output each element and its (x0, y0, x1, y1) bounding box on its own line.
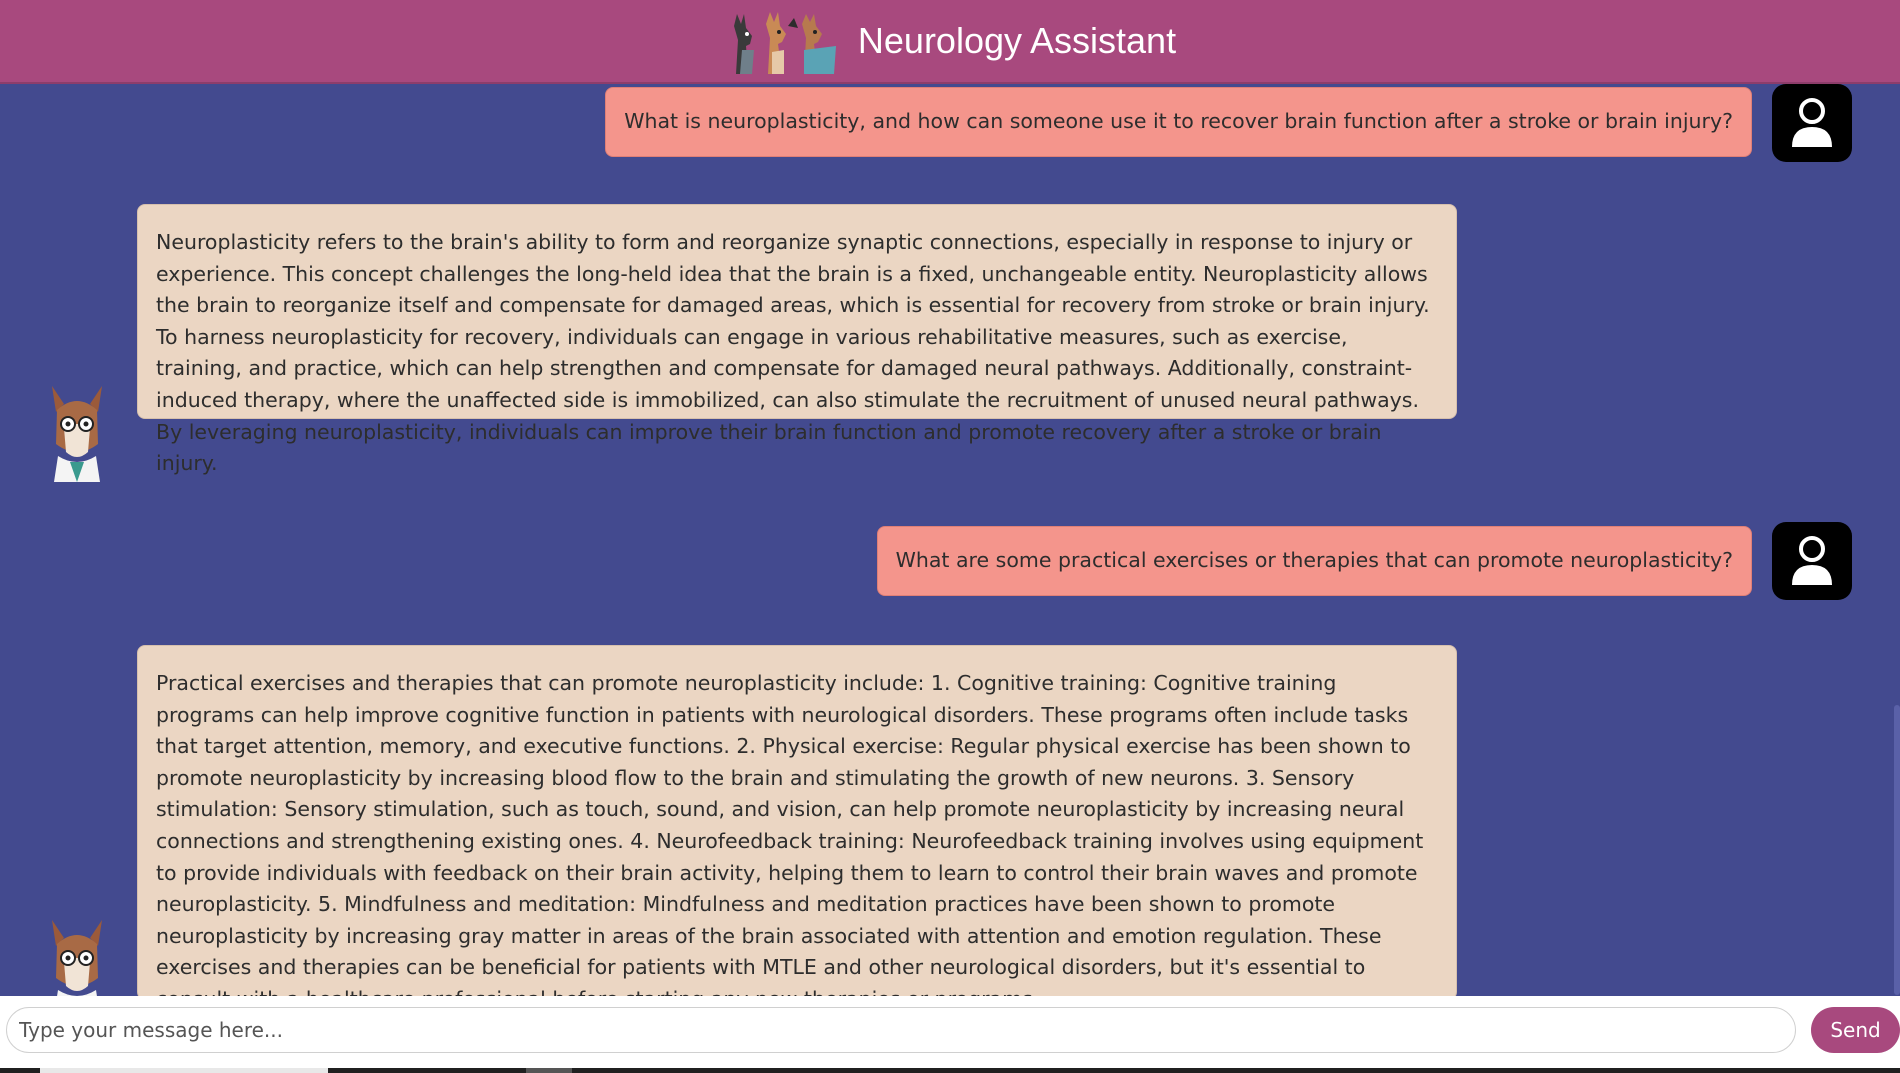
taskbar-segment (40, 1068, 328, 1073)
user-silhouette-icon (1792, 98, 1832, 147)
message-input[interactable] (6, 1007, 1796, 1053)
user-message-text: What is neuroplasticity, and how can som… (624, 109, 1733, 134)
llama-doctor-avatar-icon (52, 386, 102, 482)
user-avatar (1772, 522, 1852, 600)
llama-doctor-avatar-icon (52, 920, 102, 996)
user-avatar (1772, 84, 1852, 162)
assistant-message-text: Neuroplasticity refers to the brain's ab… (156, 230, 1430, 476)
assistant-message-text: Practical exercises and therapies that c… (156, 671, 1424, 996)
taskbar-strip (0, 1068, 1900, 1073)
message-composer: Send (0, 996, 1900, 1073)
app-header: Neurology Assistant (0, 0, 1900, 84)
llama-trio-logo-icon (733, 12, 836, 74)
chat-history[interactable]: What is neuroplasticity, and how can som… (0, 84, 1900, 996)
assistant-message: Neuroplasticity refers to the brain's ab… (137, 204, 1457, 475)
taskbar-segment (526, 1068, 572, 1073)
user-silhouette-icon (1792, 536, 1832, 585)
assistant-message: Practical exercises and therapies that c… (137, 645, 1457, 996)
app-title: Neurology Assistant (857, 20, 1177, 61)
send-button[interactable]: Send (1811, 1007, 1900, 1053)
user-message: What is neuroplasticity, and how can som… (605, 87, 1752, 157)
chat-scrollbar-thumb[interactable] (1894, 705, 1900, 995)
user-message-text: What are some practical exercises or the… (895, 548, 1733, 573)
user-message: What are some practical exercises or the… (876, 526, 1752, 596)
